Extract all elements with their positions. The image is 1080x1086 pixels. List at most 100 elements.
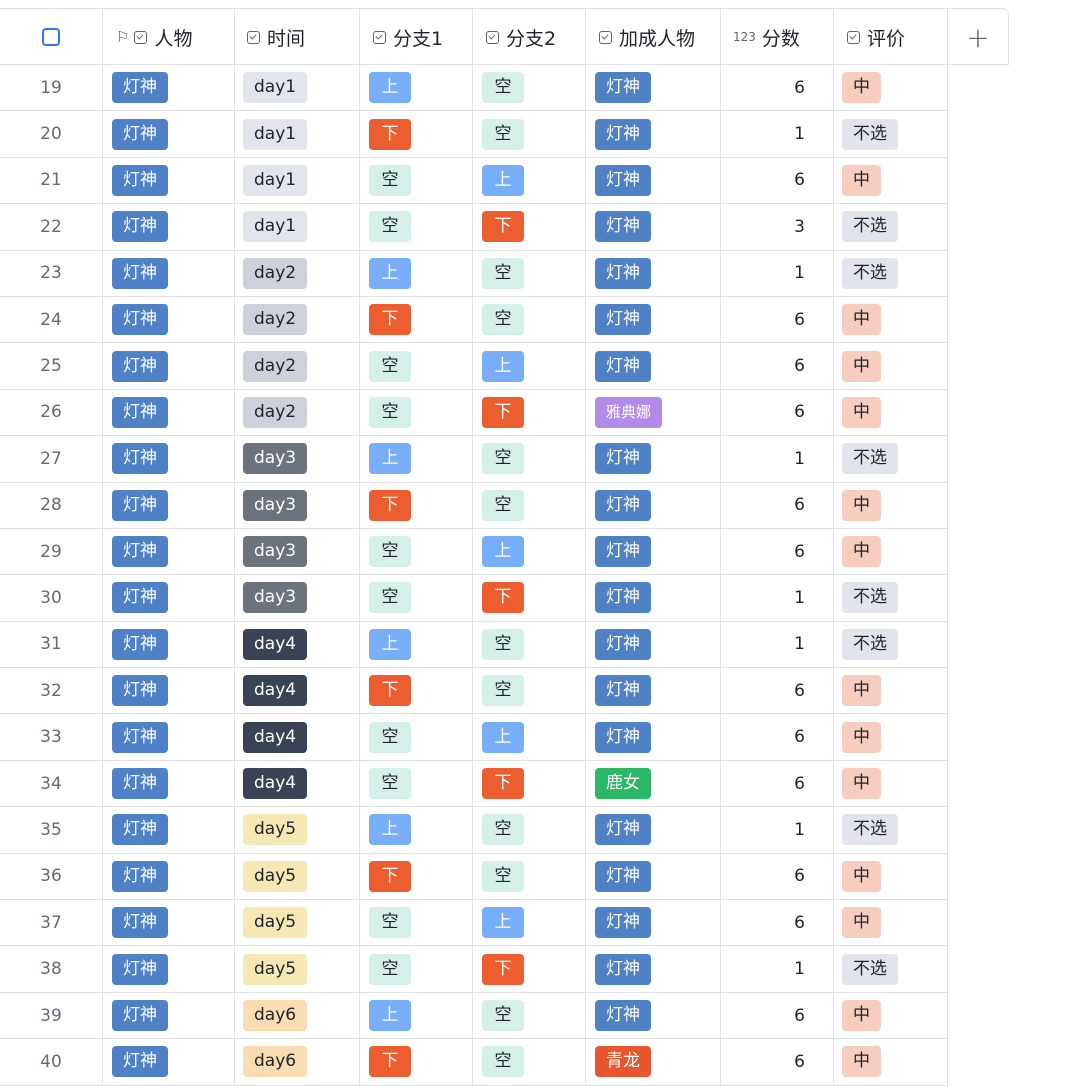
- score-cell[interactable]: 6: [721, 528, 834, 575]
- time-cell[interactable]: day4: [235, 714, 360, 760]
- num-cell[interactable]: 30: [0, 575, 103, 621]
- b1-cell[interactable]: 上: [360, 436, 473, 482]
- b2-cell[interactable]: 空: [473, 65, 586, 111]
- bonus-cell[interactable]: 青龙: [586, 1039, 721, 1085]
- num-cell[interactable]: 31: [0, 621, 103, 668]
- b2-cell[interactable]: 空: [473, 621, 586, 668]
- rating-cell[interactable]: 中: [834, 65, 948, 111]
- b2-cell[interactable]: 空: [473, 296, 586, 343]
- table-row[interactable]: 26 灯神 day2 空 下 雅典娜 6 中: [0, 389, 948, 437]
- rating-cell[interactable]: 不选: [834, 436, 948, 482]
- score-cell[interactable]: 1: [721, 250, 834, 296]
- bonus-cell[interactable]: 灯神: [586, 714, 721, 760]
- b2-cell[interactable]: 上: [473, 900, 586, 946]
- rating-cell[interactable]: 中: [834, 668, 948, 714]
- b1-cell[interactable]: 上: [360, 992, 473, 1039]
- bonus-cell[interactable]: 灯神: [586, 528, 721, 575]
- score-cell[interactable]: 1: [721, 807, 834, 853]
- table-row[interactable]: 28 灯神 day3 下 空 灯神 6 中: [0, 482, 948, 529]
- num-cell[interactable]: 20: [0, 111, 103, 157]
- score-cell[interactable]: 6: [721, 389, 834, 436]
- b2-cell[interactable]: 下: [473, 389, 586, 436]
- time-cell[interactable]: day2: [235, 250, 360, 296]
- time-cell[interactable]: day3: [235, 482, 360, 528]
- rating-cell[interactable]: 不选: [834, 204, 948, 250]
- num-cell[interactable]: 36: [0, 853, 103, 900]
- time-cell[interactable]: day1: [235, 111, 360, 157]
- time-cell[interactable]: day6: [235, 1039, 360, 1085]
- time-cell[interactable]: day4: [235, 760, 360, 807]
- b2-cell[interactable]: 空: [473, 111, 586, 157]
- b1-cell[interactable]: 空: [360, 204, 473, 250]
- b1-cell[interactable]: 下: [360, 1039, 473, 1085]
- bonus-cell[interactable]: 灯神: [586, 807, 721, 853]
- b2-cell[interactable]: 上: [473, 157, 586, 204]
- table-row[interactable]: 32 灯神 day4 下 空 灯神 6 中: [0, 668, 948, 715]
- bonus-cell[interactable]: 灯神: [586, 157, 721, 204]
- person-cell[interactable]: 灯神: [103, 111, 235, 157]
- table-row[interactable]: 20 灯神 day1 下 空 灯神 1 不选: [0, 111, 948, 158]
- add-column-button[interactable]: +: [948, 9, 1008, 65]
- bonus-cell[interactable]: 灯神: [586, 250, 721, 296]
- time-cell[interactable]: day4: [235, 668, 360, 714]
- rating-cell[interactable]: 中: [834, 992, 948, 1039]
- num-cell[interactable]: 28: [0, 482, 103, 528]
- b2-cell[interactable]: 上: [473, 343, 586, 389]
- num-cell[interactable]: 32: [0, 668, 103, 714]
- rating-cell[interactable]: 中: [834, 296, 948, 343]
- b1-cell[interactable]: 空: [360, 946, 473, 992]
- b1-cell[interactable]: 空: [360, 714, 473, 760]
- rating-cell[interactable]: 中: [834, 482, 948, 528]
- b1-cell[interactable]: 上: [360, 621, 473, 668]
- rating-cell[interactable]: 中: [834, 714, 948, 760]
- num-cell[interactable]: 23: [0, 250, 103, 296]
- time-cell[interactable]: day4: [235, 621, 360, 668]
- person-cell[interactable]: 灯神: [103, 1039, 235, 1085]
- time-cell[interactable]: day5: [235, 807, 360, 853]
- score-cell[interactable]: 1: [721, 111, 834, 157]
- bonus-cell[interactable]: 灯神: [586, 65, 721, 111]
- table-row[interactable]: 23 灯神 day2 上 空 灯神 1 不选: [0, 250, 948, 297]
- num-cell[interactable]: 40: [0, 1039, 103, 1085]
- bonus-cell[interactable]: 灯神: [586, 853, 721, 900]
- table-row[interactable]: 39 灯神 day6 上 空 灯神 6 中: [0, 992, 948, 1040]
- person-cell[interactable]: 灯神: [103, 343, 235, 389]
- person-cell[interactable]: 灯神: [103, 900, 235, 946]
- bonus-cell[interactable]: 灯神: [586, 343, 721, 389]
- score-cell[interactable]: 6: [721, 900, 834, 946]
- rating-cell[interactable]: 不选: [834, 250, 948, 296]
- rating-cell[interactable]: 中: [834, 1039, 948, 1085]
- bonus-cell[interactable]: 灯神: [586, 296, 721, 343]
- b1-cell[interactable]: 下: [360, 111, 473, 157]
- score-cell[interactable]: 1: [721, 621, 834, 668]
- person-cell[interactable]: 灯神: [103, 65, 235, 111]
- b2-cell[interactable]: 空: [473, 668, 586, 714]
- score-cell[interactable]: 6: [721, 157, 834, 204]
- score-cell[interactable]: 6: [721, 714, 834, 760]
- person-cell[interactable]: 灯神: [103, 482, 235, 528]
- num-cell[interactable]: 19: [0, 65, 103, 111]
- bonus-cell[interactable]: 灯神: [586, 575, 721, 621]
- bonus-cell[interactable]: 雅典娜: [586, 389, 721, 436]
- num-cell[interactable]: 21: [0, 157, 103, 204]
- column-header-score[interactable]: 123 分数: [721, 9, 834, 65]
- num-cell[interactable]: 27: [0, 436, 103, 482]
- rating-cell[interactable]: 中: [834, 343, 948, 389]
- b1-cell[interactable]: 上: [360, 807, 473, 853]
- table-row[interactable]: 36 灯神 day5 下 空 灯神 6 中: [0, 853, 948, 901]
- b1-cell[interactable]: 下: [360, 296, 473, 343]
- rating-cell[interactable]: 不选: [834, 111, 948, 157]
- bonus-cell[interactable]: 灯神: [586, 482, 721, 528]
- table-row[interactable]: 33 灯神 day4 空 上 灯神 6 中: [0, 714, 948, 761]
- person-cell[interactable]: 灯神: [103, 436, 235, 482]
- table-row[interactable]: 37 灯神 day5 空 上 灯神 6 中: [0, 900, 948, 947]
- num-cell[interactable]: 26: [0, 389, 103, 436]
- num-cell[interactable]: 37: [0, 900, 103, 946]
- score-cell[interactable]: 6: [721, 992, 834, 1039]
- b1-cell[interactable]: 下: [360, 853, 473, 900]
- b2-cell[interactable]: 下: [473, 760, 586, 807]
- person-cell[interactable]: 灯神: [103, 250, 235, 296]
- b1-cell[interactable]: 空: [360, 389, 473, 436]
- b2-cell[interactable]: 下: [473, 575, 586, 621]
- rating-cell[interactable]: 不选: [834, 575, 948, 621]
